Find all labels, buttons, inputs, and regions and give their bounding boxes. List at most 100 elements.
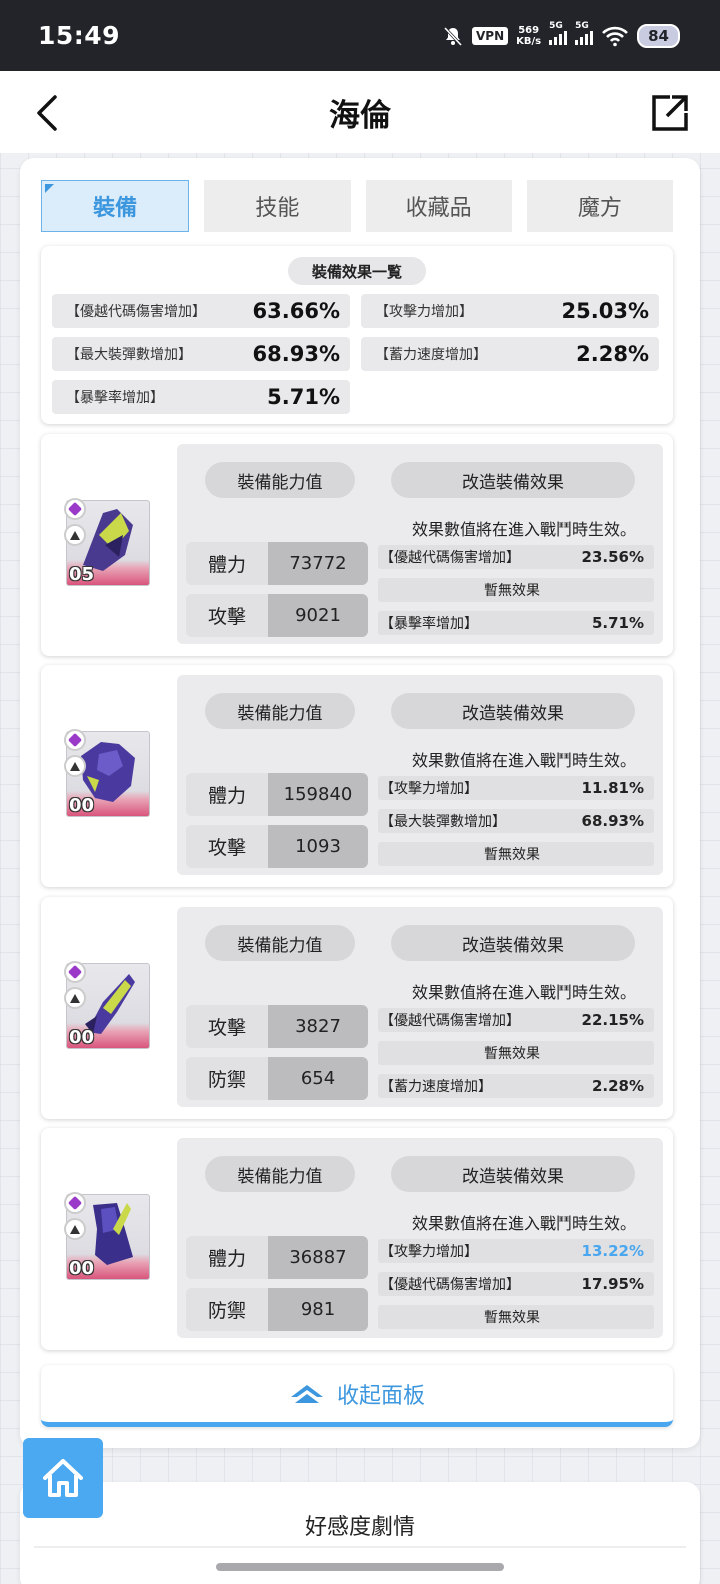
equipment-card[interactable]: 05 裝備能力值 改造裝備效果 體力 73772 攻擊 9021 效果數值將在進…	[41, 434, 673, 656]
equipment-detail: 裝備能力值 改造裝備效果 體力 36887 防禦 981 效果數值將在進入戰鬥時…	[177, 1138, 663, 1338]
stat-label: 攻擊	[186, 1005, 268, 1048]
rarity-icon	[64, 1192, 86, 1214]
stat-value: 9021	[268, 594, 368, 637]
mods-header: 改造裝備效果	[391, 462, 635, 498]
mod-label: 暫無效果	[484, 1046, 540, 1062]
mod-label: 【優越代碼傷害增加】	[380, 1013, 520, 1029]
equipment-level: 00	[69, 1027, 95, 1048]
effect-label: 【攻擊力增加】	[375, 304, 473, 320]
equipment-detail: 裝備能力值 改造裝備效果 體力 159840 攻擊 1093 效果數值將在進入戰…	[177, 675, 663, 875]
effect-value: 2.28%	[576, 342, 649, 366]
effect-note: 效果數值將在進入戰鬥時生效。	[411, 751, 636, 770]
summary-effect: 【攻擊力增加】 25.03%	[361, 294, 659, 328]
mod-value: 17.95%	[581, 1275, 644, 1293]
stats-header: 裝備能力值	[205, 1156, 355, 1192]
mod-label: 【優越代碼傷害增加】	[380, 550, 520, 566]
rarity-icon	[64, 729, 86, 751]
rarity-icon	[64, 498, 86, 520]
status-time: 15:49	[38, 21, 121, 50]
equipment-detail: 裝備能力值 改造裝備效果 體力 73772 攻擊 9021 效果數值將在進入戰鬥…	[177, 444, 663, 644]
equipment-panel: 裝備 技能 收藏品 魔方 裝備效果一覧 【優越代碼傷害增加】 63.66% 【攻…	[20, 158, 700, 1448]
collapse-panel-button[interactable]: 收起面板	[41, 1365, 673, 1427]
home-icon	[43, 1459, 83, 1497]
mod-value: 68.93%	[581, 812, 644, 830]
back-button[interactable]	[28, 91, 68, 135]
tab-cube[interactable]: 魔方	[526, 180, 673, 232]
mod-effect: 【最大裝彈數增加】 68.93%	[378, 809, 654, 833]
equipment-card[interactable]: 00 裝備能力值 改造裝備效果 體力 159840 攻擊 1093 效果數值將在…	[41, 665, 673, 887]
equipment-level: 00	[69, 795, 95, 816]
status-icons: VPN 569 KB/s 5G 5G 84	[442, 21, 680, 48]
effect-note: 效果數值將在進入戰鬥時生效。	[411, 520, 636, 539]
mute-bell-icon	[443, 26, 463, 46]
mod-effect: 【優越代碼傷害增加】 23.56%	[378, 545, 654, 569]
external-link-icon[interactable]	[650, 93, 690, 133]
chevron-up-icon	[290, 1384, 323, 1403]
network-type: 5G	[549, 20, 563, 31]
equipment-level: 00	[69, 1258, 95, 1279]
stat-row: 攻擊 1093	[186, 825, 368, 868]
stat-value: 3827	[268, 1005, 368, 1048]
stat-label: 攻擊	[186, 825, 268, 868]
mod-value: 11.81%	[581, 779, 644, 797]
battery-indicator: 84	[637, 23, 680, 48]
collapse-label: 收起面板	[336, 1383, 425, 1409]
mod-value-highlight: 13.22%	[581, 1242, 644, 1260]
stat-row: 體力 36887	[186, 1236, 368, 1279]
equipment-card[interactable]: 00 裝備能力值 改造裝備效果 攻擊 3827 防禦 654 效果數值將在進入戰…	[41, 897, 673, 1119]
stat-value: 36887	[268, 1236, 368, 1279]
tab-skills[interactable]: 技能	[204, 180, 351, 232]
stat-row: 攻擊 9021	[186, 594, 368, 637]
mod-label: 暫無效果	[484, 583, 540, 599]
mod-value: 22.15%	[581, 1011, 644, 1029]
rarity-icon	[64, 961, 86, 983]
network-type-2: 5G	[575, 20, 589, 31]
mod-effect-empty: 暫無效果	[378, 578, 654, 602]
mod-label: 【最大裝彈數增加】	[380, 814, 506, 830]
mod-effect: 【優越代碼傷害增加】 22.15%	[378, 1008, 654, 1032]
mod-label: 暫無效果	[484, 847, 540, 863]
gesture-bar[interactable]	[216, 1563, 504, 1571]
stats-header: 裝備能力值	[205, 693, 355, 729]
equipment-level: 05	[69, 564, 95, 585]
tab-collection[interactable]: 收藏品	[365, 180, 512, 232]
tab-equipment[interactable]: 裝備	[41, 180, 190, 232]
mods-header: 改造裝備效果	[391, 1156, 635, 1192]
effect-value: 63.66%	[252, 299, 340, 323]
mod-effect-empty: 暫無效果	[378, 1041, 654, 1065]
effect-value: 25.03%	[561, 299, 649, 323]
mod-effect: 【優越代碼傷害增加】 17.95%	[378, 1272, 654, 1296]
mod-label: 【攻擊力增加】	[380, 1244, 478, 1260]
summary-effect: 【最大裝彈數增加】 68.93%	[52, 337, 350, 371]
stat-row: 防禦 981	[186, 1288, 368, 1331]
class-icon	[64, 755, 86, 777]
stats-header: 裝備能力值	[205, 462, 355, 498]
network-speed: 569 KB/s	[516, 25, 541, 47]
equipment-detail: 裝備能力值 改造裝備效果 攻擊 3827 防禦 654 效果數值將在進入戰鬥時生…	[177, 907, 663, 1107]
signal-icon: 5G	[549, 21, 568, 45]
class-icon	[64, 987, 86, 1009]
stat-value: 73772	[268, 542, 368, 585]
affection-story-title: 好感度劇情	[304, 1515, 415, 1540]
equipment-card[interactable]: 00 裝備能力值 改造裝備效果 體力 36887 防禦 981 效果數值將在進入…	[41, 1128, 673, 1350]
effect-value: 5.71%	[267, 385, 340, 409]
signal-icon-2: 5G	[575, 21, 594, 45]
tab-bar: 裝備 技能 收藏品 魔方	[41, 180, 673, 232]
stat-label: 防禦	[186, 1057, 268, 1100]
stat-label: 體力	[186, 773, 268, 816]
stat-value: 981	[268, 1288, 368, 1331]
page-title: 海倫	[329, 97, 391, 134]
effect-note: 效果數值將在進入戰鬥時生效。	[411, 983, 636, 1002]
stat-row: 防禦 654	[186, 1057, 368, 1100]
mod-label: 【蓄力速度增加】	[380, 1079, 492, 1095]
equipment-effect-summary: 裝備效果一覧 【優越代碼傷害增加】 63.66% 【攻擊力增加】 25.03% …	[41, 246, 673, 424]
stats-header: 裝備能力值	[205, 925, 355, 961]
stat-label: 體力	[186, 542, 268, 585]
stat-label: 攻擊	[186, 594, 268, 637]
stat-value: 654	[268, 1057, 368, 1100]
home-button[interactable]	[23, 1438, 103, 1518]
mod-effect-empty: 暫無效果	[378, 842, 654, 866]
app-header: 海倫	[0, 71, 720, 153]
stat-row: 攻擊 3827	[186, 1005, 368, 1048]
stat-label: 防禦	[186, 1288, 268, 1331]
